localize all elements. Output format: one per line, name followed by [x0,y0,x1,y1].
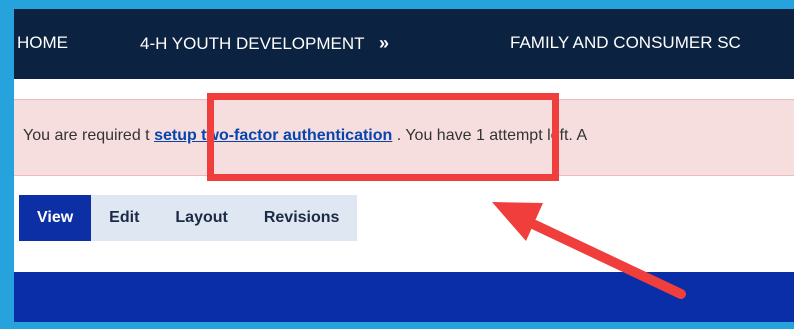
two-factor-alert-message: You are required t setup two-factor auth… [23,126,587,146]
top-navigation: HOME 4-H YOUTH DEVELOPMENT » FAMILY AND … [14,9,794,79]
page-header-band [14,272,794,322]
tab-revisions[interactable]: Revisions [245,195,358,241]
nav-family-consumer-sciences-link[interactable]: FAMILY AND CONSUMER SC [510,33,741,53]
setup-two-factor-link[interactable]: setup two-factor authentication [154,127,392,144]
nav-4h-youth-development-label: 4-H YOUTH DEVELOPMENT [140,34,365,53]
alert-message-suffix: . You have 1 attempt left. A [396,127,588,144]
nav-4h-youth-development-link[interactable]: 4-H YOUTH DEVELOPMENT » [140,33,389,54]
nav-home-link[interactable]: HOME [17,33,68,53]
content-tabs: View Edit Layout Revisions [19,195,358,241]
tab-edit[interactable]: Edit [91,195,158,241]
alert-message-prefix: You are required t [23,127,150,144]
two-factor-alert: You are required t setup two-factor auth… [14,99,794,176]
screenshot-frame: HOME 4-H YOUTH DEVELOPMENT » FAMILY AND … [0,0,794,329]
tab-layout[interactable]: Layout [157,195,246,241]
double-chevron-right-icon: » [378,33,389,53]
tab-view[interactable]: View [19,195,92,241]
